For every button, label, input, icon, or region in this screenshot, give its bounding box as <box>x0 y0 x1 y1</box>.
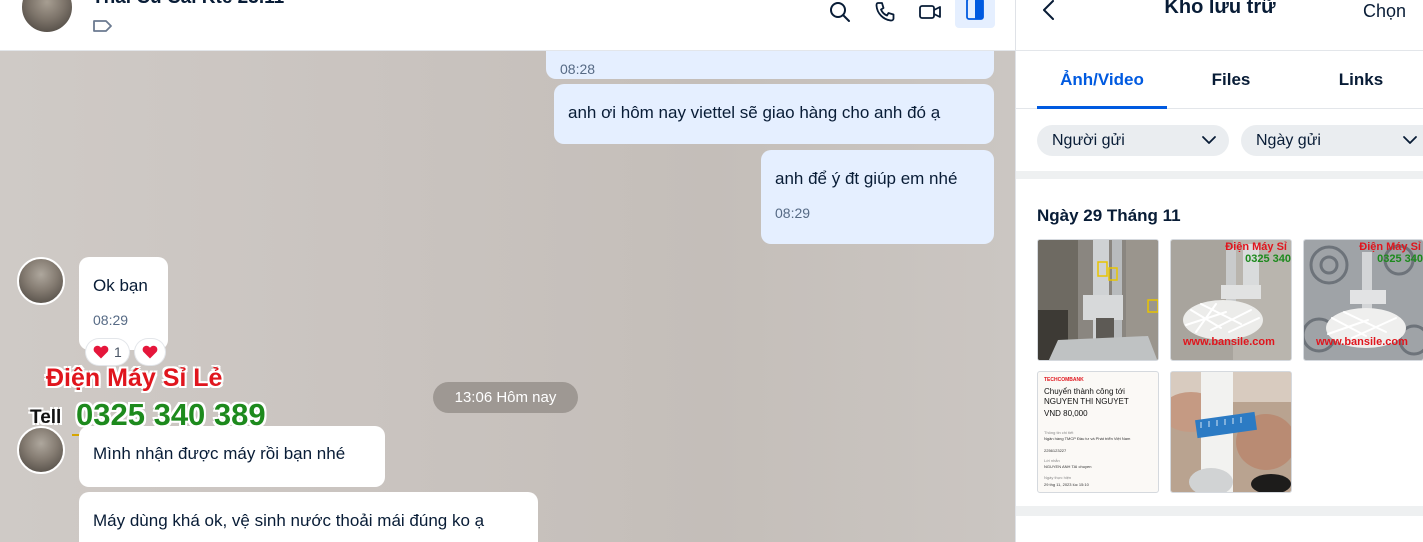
media-thumbnail[interactable]: TECHCOMBANK Chuyển thành công tới NGUYEN… <box>1037 371 1159 493</box>
tag-icon[interactable] <box>92 17 114 35</box>
thumbnail-phone: 0325 340 <box>1377 253 1423 265</box>
add-reaction-button[interactable] <box>134 339 165 365</box>
search-button[interactable] <box>822 0 858 30</box>
receipt-date-label: Ngày thực hiện <box>1044 475 1072 480</box>
receipt-bank: TECHCOMBANK <box>1044 377 1084 383</box>
section-divider <box>1016 171 1423 179</box>
thumbnail-url: www.bansile.com <box>1183 336 1275 348</box>
receipt-detail-title: Thông tin chi tiết <box>1044 430 1074 435</box>
message-time: 08:28 <box>560 61 596 77</box>
message-reactions[interactable]: 1 <box>86 339 165 365</box>
heart-icon <box>93 345 109 359</box>
message-time: 08:29 <box>775 205 811 221</box>
message-bubble-incoming[interactable]: Ok bạn 08:29 <box>79 257 168 350</box>
chat-messages[interactable]: 08:28 anh ơi hôm nay viettel sẽ giao hàn… <box>0 51 1015 542</box>
measuring-photo <box>1171 372 1291 492</box>
receipt-bank-name: Ngân hàng TMCP Đầu tư và Phát triển Việt… <box>1044 436 1131 441</box>
storage-tabs: Ảnh/Video Files Links <box>1016 51 1423 109</box>
date-separator: 13:06 Hôm nay <box>433 382 578 413</box>
contact-avatar[interactable] <box>20 0 74 34</box>
machine-photo <box>1038 240 1158 360</box>
message-text: anh ơi hôm nay viettel sẽ giao hàng cho … <box>568 103 941 122</box>
message-bubble-incoming[interactable]: Máy dùng khá ok, vệ sinh nước thoải mái … <box>79 492 538 542</box>
storage-panel-title: Kho lưu trữ <box>1164 0 1276 18</box>
message-text: Mình nhận được máy rồi bạn nhé <box>93 444 346 463</box>
date-filter-dropdown[interactable]: Ngày gửi <box>1241 125 1423 156</box>
media-thumbnail[interactable] <box>1170 371 1292 493</box>
receipt-account: 2256123227 <box>1044 448 1067 453</box>
video-call-button[interactable] <box>912 0 948 30</box>
reaction-heart-count[interactable]: 1 <box>86 339 129 365</box>
heart-icon <box>142 345 158 359</box>
chat-header: Thái Cu Cai Kte 23.11 <box>0 0 1015 51</box>
section-divider <box>1016 506 1423 516</box>
message-text: Ok bạn <box>93 276 148 295</box>
chevron-down-icon <box>1403 136 1417 144</box>
choose-button[interactable]: Chọn <box>1363 1 1406 22</box>
receipt-note-label: Lời nhắn <box>1044 458 1060 463</box>
receipt-headline: Chuyển thành công tới NGUYEN THI NGUYET <box>1044 387 1129 406</box>
media-date-heading: Ngày 29 Tháng 11 <box>1037 206 1181 225</box>
receipt-date: 29 thg 11, 2023 lúc 15:10 <box>1044 482 1089 487</box>
media-thumbnail[interactable]: Điện Máy Sỉ 0325 340 www.bansile.com <box>1303 239 1423 361</box>
contact-name[interactable]: Thái Cu Cai Kte 23.11 <box>92 0 284 9</box>
reaction-count: 1 <box>114 344 122 360</box>
tab-files[interactable]: Files <box>1171 51 1291 109</box>
search-icon <box>830 2 850 22</box>
message-text: anh để ý đt giúp em nhé <box>775 169 958 188</box>
thumbnail-phone: 0325 340 <box>1245 253 1291 265</box>
thumbnail-brand: Điện Máy Sỉ <box>1359 241 1421 253</box>
message-text: Máy dùng khá ok, vệ sinh nước thoải mái … <box>93 511 485 530</box>
sender-avatar[interactable] <box>17 426 65 474</box>
sidebar-toggle-button[interactable] <box>955 0 995 28</box>
sidebar-toggle-icon <box>966 0 984 20</box>
storage-panel-header: Kho lưu trữ Chọn <box>1016 0 1423 51</box>
receipt-note: NGUYEN ANH TAI chuyen <box>1044 464 1092 469</box>
shop-watermark: Điện Máy Sỉ Lẻ Tell 0325 340 389 <box>0 364 300 436</box>
date-filter-label: Ngày gửi <box>1256 131 1321 149</box>
call-button[interactable] <box>867 0 903 30</box>
watermark-title: Điện Máy Sỉ Lẻ <box>46 364 223 392</box>
receipt-amount: VND 80,000 <box>1044 409 1088 418</box>
sender-avatar[interactable] <box>17 257 65 305</box>
message-time: 08:29 <box>93 312 129 328</box>
thumbnail-url: www.bansile.com <box>1316 336 1408 348</box>
media-thumbnail[interactable] <box>1037 239 1159 361</box>
storage-panel: Kho lưu trữ Chọn Ảnh/Video Files Links N… <box>1015 0 1423 542</box>
thumbnail-brand: Điện Máy Sỉ <box>1225 241 1287 253</box>
media-thumbnail[interactable]: Điện Máy Sỉ 0325 340 www.bansile.com <box>1170 239 1292 361</box>
message-bubble-outgoing[interactable]: anh ơi hôm nay viettel sẽ giao hàng cho … <box>554 84 994 144</box>
message-bubble-outgoing[interactable]: 08:28 <box>546 51 994 79</box>
tab-media[interactable]: Ảnh/Video <box>1037 51 1167 109</box>
tab-links[interactable]: Links <box>1301 51 1421 109</box>
message-bubble-incoming[interactable]: Mình nhận được máy rồi bạn nhé <box>79 426 385 487</box>
chevron-down-icon <box>1202 136 1216 144</box>
phone-icon <box>875 2 895 22</box>
video-call-icon <box>919 5 941 19</box>
active-tab-indicator <box>1037 106 1167 109</box>
message-bubble-outgoing[interactable]: anh để ý đt giúp em nhé 08:29 <box>761 150 994 244</box>
sender-filter-dropdown[interactable]: Người gửi <box>1037 125 1229 156</box>
sender-filter-label: Người gửi <box>1052 131 1125 149</box>
